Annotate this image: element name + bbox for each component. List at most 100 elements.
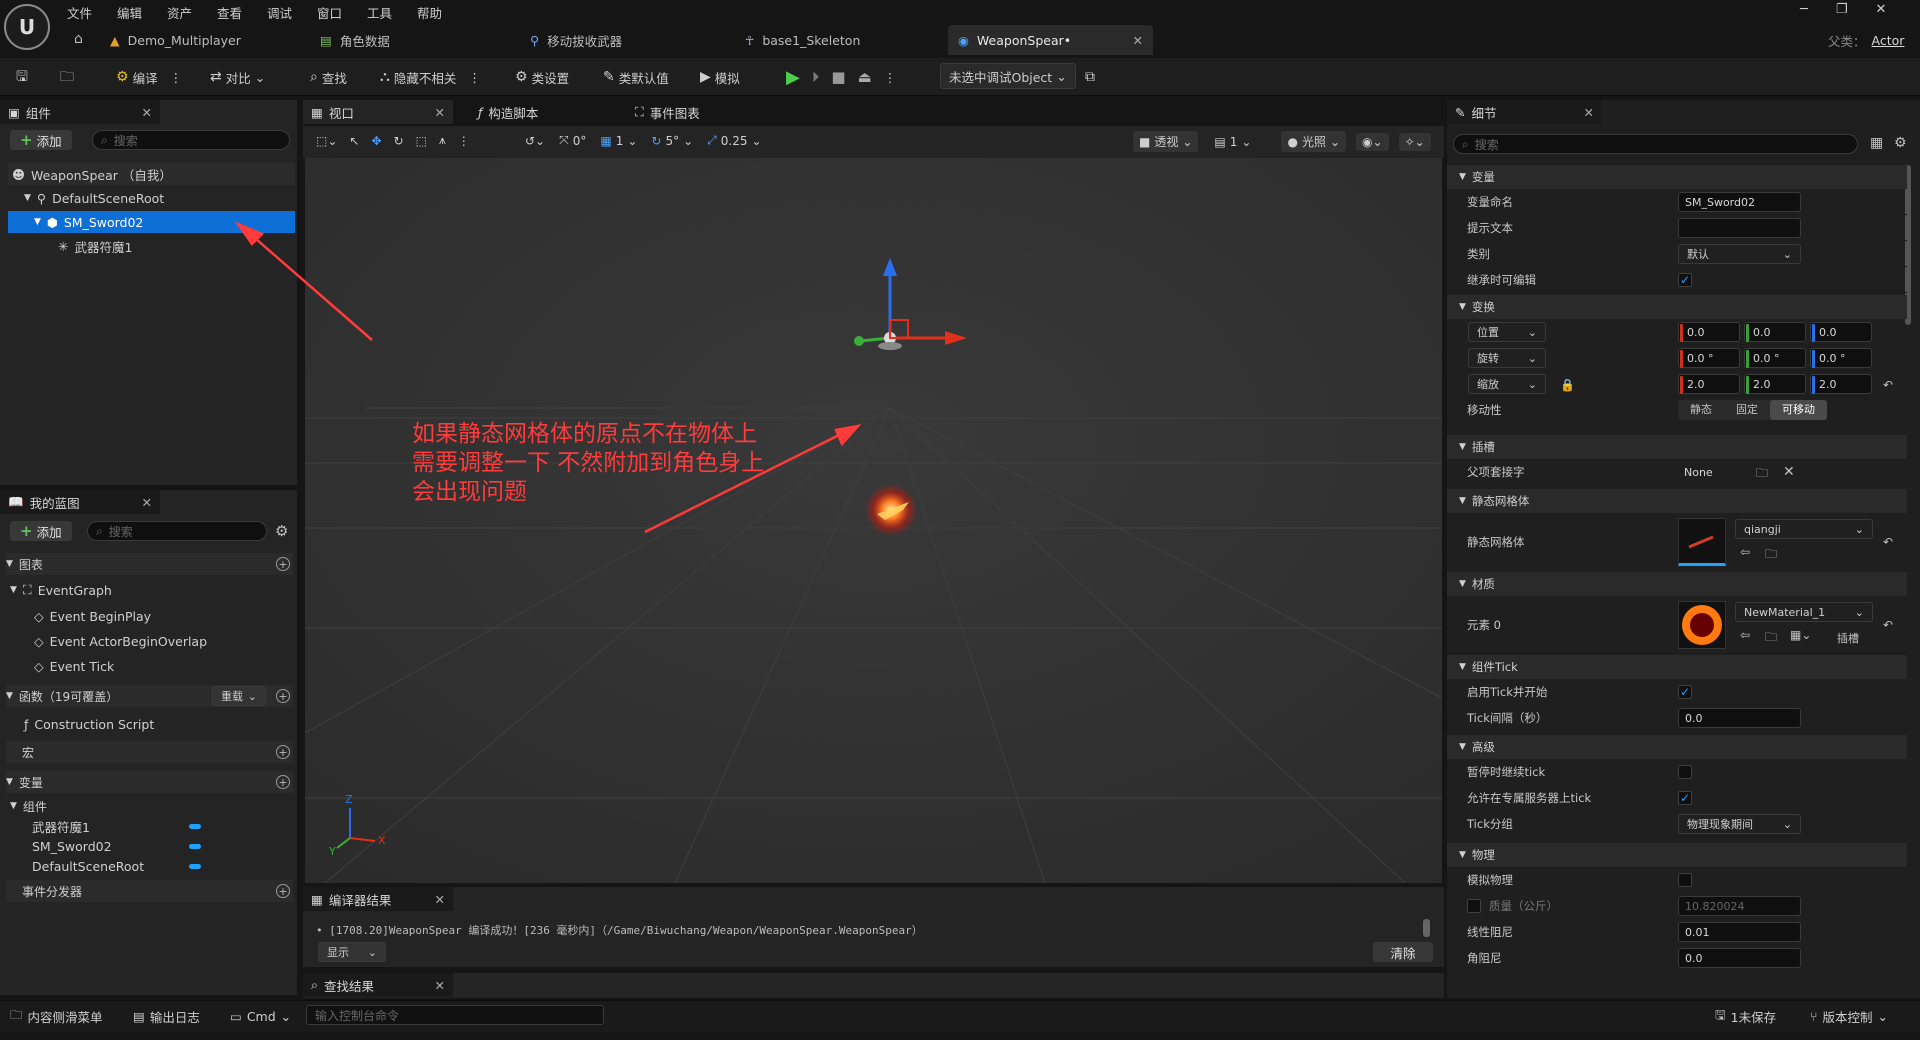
material-thumbnail[interactable]: [1678, 601, 1726, 649]
rotation-z-input[interactable]: 0.0 °: [1810, 348, 1872, 368]
tab-viewport[interactable]: ▦ 视口 ✕: [303, 100, 453, 124]
tree-item-self[interactable]: ☻ WeaponSpear （自我）: [8, 163, 295, 185]
scale-x-input[interactable]: 2.0: [1678, 374, 1740, 394]
tab-weapon-spear[interactable]: ◉ WeaponSpear• ✕: [948, 25, 1153, 55]
rotation-snap-toggle[interactable]: ⤧ 0°: [559, 133, 586, 148]
compile-button[interactable]: ⚙ 编译 ⋮: [116, 66, 182, 88]
mybp-search-input[interactable]: ⌕ 搜索: [87, 521, 267, 541]
simulate-button[interactable]: ▶ 模拟: [700, 66, 740, 88]
play-icon[interactable]: ▶: [786, 67, 800, 88]
menu-edit[interactable]: 编辑: [117, 3, 142, 22]
location-x-input[interactable]: 0.0: [1678, 322, 1740, 342]
menu-file[interactable]: 文件: [67, 3, 92, 22]
viewport-settings-icon[interactable]: ✧⌄: [1398, 132, 1431, 151]
material-options-icon[interactable]: ▦⌄: [1790, 628, 1811, 642]
event-overlap-item[interactable]: ◇ Event ActorBeginOverlap: [34, 631, 207, 651]
rotation-dropdown[interactable]: 旋转 ⌄: [1468, 348, 1546, 368]
close-panel-icon[interactable]: ✕: [142, 105, 152, 120]
details-tab[interactable]: ✎ 细节 ✕: [1447, 100, 1602, 124]
compiler-results-tab[interactable]: ▦ 编译器结果 ✕: [303, 887, 453, 911]
add-macro-icon[interactable]: +: [276, 745, 290, 759]
translate-icon[interactable]: ✥: [371, 134, 381, 148]
tab-demo-multiplayer[interactable]: ▲ Demo_Multiplayer: [100, 25, 251, 55]
tree-item-default-scene-root[interactable]: ▼ ⚲ DefaultSceneRoot: [24, 187, 295, 209]
scale-dropdown[interactable]: 缩放 ⌄: [1468, 374, 1546, 394]
variable-item[interactable]: DefaultSceneRoot: [32, 856, 144, 876]
close-tab-icon[interactable]: ✕: [1133, 33, 1143, 48]
mobility-movable-option[interactable]: 可移动: [1770, 400, 1827, 420]
perspective-button[interactable]: ■ 透视 ⌄: [1133, 131, 1199, 152]
tab-skeleton[interactable]: ☥ base1_Skeleton: [735, 25, 870, 55]
override-dropdown[interactable]: 重载 ⌄: [212, 686, 266, 706]
menu-asset[interactable]: 资产: [167, 3, 192, 22]
home-icon[interactable]: ⌂: [74, 31, 83, 47]
menu-tools[interactable]: 工具: [367, 3, 392, 22]
eject-icon[interactable]: ⏏: [858, 68, 872, 86]
scale-snap-toggle[interactable]: ⤢ 0.25 ⌄: [707, 133, 761, 148]
tooltip-input[interactable]: [1678, 218, 1801, 238]
close-tab-icon[interactable]: ✕: [435, 978, 445, 993]
close-tab-icon[interactable]: ✕: [435, 892, 445, 907]
tick-interval-input[interactable]: 0.0: [1678, 708, 1801, 728]
reset-to-default-icon[interactable]: ↶: [1883, 618, 1893, 632]
advance-frame-icon[interactable]: ⏵: [812, 68, 820, 86]
event-beginplay-item[interactable]: ◇ Event BeginPlay: [34, 606, 151, 626]
parent-class-link[interactable]: Actor: [1872, 33, 1905, 48]
add-member-button[interactable]: + 添加: [10, 521, 72, 541]
tree-item-weapon-enchant[interactable]: ✳ 武器符魔1: [58, 235, 295, 257]
settings-gear-icon[interactable]: ⚙: [275, 522, 288, 540]
browse-asset-icon[interactable]: 🗀: [1765, 545, 1777, 566]
section-socket[interactable]: ▼ 插槽: [1447, 435, 1907, 459]
variable-name-input[interactable]: SM_Sword02: [1678, 192, 1801, 212]
angular-damping-input[interactable]: 0.0: [1678, 948, 1801, 968]
content-drawer-button[interactable]: 🗀 内容侧滑菜单: [10, 1007, 103, 1025]
editable-checkbox[interactable]: ✓: [1678, 273, 1692, 287]
linear-damping-input[interactable]: 0.01: [1678, 922, 1801, 942]
mobility-static-option[interactable]: 静态: [1678, 400, 1724, 420]
tab-character-data[interactable]: ▤ 角色数据: [310, 25, 400, 55]
class-defaults-button[interactable]: ✎ 类默认值: [603, 66, 669, 88]
output-log-button[interactable]: ▤ 输出日志: [133, 1007, 200, 1025]
stop-icon[interactable]: ■: [831, 68, 845, 86]
event-graph-item[interactable]: ▼ ⛶ EventGraph: [10, 580, 112, 600]
construction-script-item[interactable]: ƒ Construction Script: [24, 714, 154, 734]
scale-icon[interactable]: ⬚: [416, 134, 427, 148]
play-options-icon[interactable]: ⋮: [884, 70, 897, 85]
close-panel-icon[interactable]: ✕: [142, 495, 152, 510]
diff-button[interactable]: ⇄ 对比 ⌄: [210, 66, 265, 88]
location-z-input[interactable]: 0.0: [1810, 322, 1872, 342]
find-button[interactable]: ⌕ 查找: [310, 66, 347, 88]
static-mesh-thumbnail[interactable]: [1678, 518, 1726, 566]
section-advanced[interactable]: ▼ 高级: [1447, 735, 1907, 759]
tick-group-dropdown[interactable]: 物理现象期间 ⌄: [1678, 814, 1801, 834]
tab-move-weapon[interactable]: ⚲ 移动拔收武器: [520, 25, 632, 55]
components-tab[interactable]: ▣ 组件 ✕: [0, 100, 160, 124]
find-results-tab[interactable]: ⌕ 查找结果 ✕: [303, 973, 453, 997]
simulate-physics-checkbox[interactable]: [1678, 873, 1692, 887]
menu-window[interactable]: 窗口: [317, 3, 342, 22]
camera-speed-button[interactable]: ▤ 1 ⌄: [1208, 133, 1257, 151]
more-options-icon[interactable]: ⋮: [468, 70, 481, 85]
lit-button[interactable]: ● 光照 ⌄: [1281, 131, 1347, 152]
compile-options-icon[interactable]: ⋮: [170, 70, 183, 85]
location-dropdown[interactable]: 位置 ⌄: [1468, 322, 1546, 342]
menu-help[interactable]: 帮助: [417, 3, 442, 22]
scale-z-input[interactable]: 2.0: [1810, 374, 1872, 394]
section-component-tick[interactable]: ▼ 组件Tick: [1447, 655, 1907, 679]
lock-icon[interactable]: 🔒: [1560, 378, 1575, 392]
section-event-dispatchers[interactable]: 事件分发器: [6, 880, 293, 902]
start-tick-checkbox[interactable]: ✓: [1678, 685, 1692, 699]
show-flags-icon[interactable]: ◉⌄: [1356, 132, 1389, 151]
browse-socket-icon[interactable]: 🗀: [1756, 464, 1768, 485]
unreal-logo-icon[interactable]: U: [4, 4, 50, 50]
reset-to-default-icon[interactable]: ↶: [1883, 535, 1893, 549]
variable-item[interactable]: 武器符魔1: [32, 816, 90, 836]
details-settings-icon[interactable]: ⚙: [1894, 135, 1907, 151]
transform-menu-icon[interactable]: ⬚⌄: [316, 134, 337, 148]
section-variable[interactable]: ▼ 变量: [1447, 165, 1907, 189]
restore-icon[interactable]: ❐: [1836, 2, 1848, 17]
add-variable-icon[interactable]: +: [276, 775, 290, 789]
material-dropdown[interactable]: NewMaterial_1 ⌄: [1735, 602, 1873, 622]
viewport-3d[interactable]: Z X Y: [305, 158, 1442, 883]
tick-server-checkbox[interactable]: ✓: [1678, 791, 1692, 805]
